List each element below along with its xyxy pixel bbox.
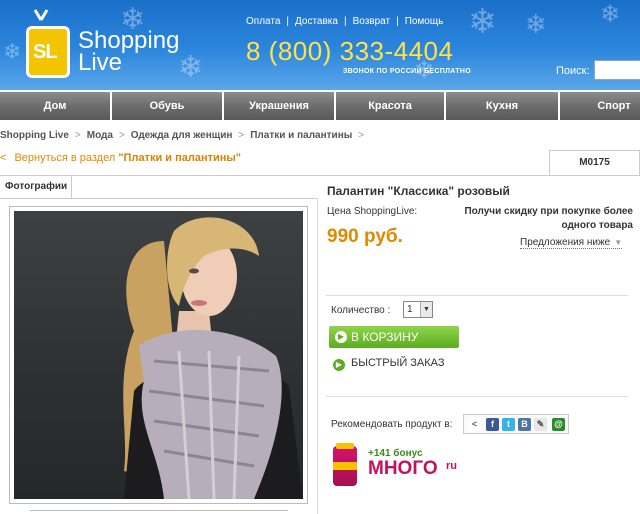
snowflake-icon: ❄ [600,0,621,28]
vkontakte-icon[interactable]: В [518,418,531,431]
phone-number: 8 (800) 333-4404 [246,36,454,66]
livejournal-icon[interactable]: ✎ [534,418,547,431]
logo-mark: SL [33,41,58,63]
share-buttons: < f t В ✎ @ [463,414,569,434]
breadcrumb-item[interactable]: Shopping Live [0,130,69,141]
snowflake-icon: ❄ [525,10,547,40]
quantity-label: Количество : [331,305,391,316]
logo-tv-icon: SL [26,26,70,78]
nav-item-jewelry[interactable]: Украшения [224,92,334,120]
snowflake-icon: ❄ [178,50,204,85]
quantity-select[interactable]: 1 ▼ [403,301,433,318]
quantity-value: 1 [407,304,413,315]
add-to-cart-button[interactable]: ▶ В КОРЗИНУ [329,326,459,348]
tab-photos[interactable]: Фотографии [0,175,72,199]
nav-item-beauty[interactable]: Красота [336,92,444,120]
snowflake-icon: ❄ [3,40,22,65]
breadcrumb-item[interactable]: Одежда для женщин [131,130,233,141]
nav-item-home[interactable]: Дом [0,92,110,120]
back-link-prefix: Вернуться в раздел [14,152,119,164]
top-link-return[interactable]: Возврат [353,16,391,27]
share-icon[interactable]: < [468,418,481,431]
bonus-brand[interactable]: МНОГО [368,458,438,480]
top-link-help[interactable]: Помощь [405,16,444,27]
quick-order-label: БЫСТРЫЙ ЗАКАЗ [351,357,445,369]
snowflake-icon: ❄ [468,2,497,42]
product-photo[interactable] [9,206,308,504]
main-nav: Дом Обувь Украшения Красота Кухня Спорт [0,92,640,120]
logo-text: Shopping Live [78,27,180,76]
back-link-section: "Платки и палантины" [118,152,241,164]
breadcrumb-item[interactable]: Платки и палантины [250,130,352,141]
nav-item-kitchen[interactable]: Кухня [446,92,558,120]
search-label: Поиск: [556,65,590,77]
nav-item-shoes[interactable]: Обувь [112,92,222,120]
recommend-label: Рекомендовать продукт в: [331,419,453,430]
play-arrow-icon: ▶ [333,359,345,371]
divider [72,175,640,176]
nav-item-sport[interactable]: Спорт [560,92,640,120]
offers-below-link[interactable]: Предложения ниже ▼ [520,237,623,249]
product-image [14,211,303,499]
breadcrumb: Shopping Live > Мода > Одежда для женщин > Пла… [0,130,365,141]
back-to-section-link[interactable]: < Вернуться в раздел "Платки и палантины" [0,152,241,164]
breadcrumb-item[interactable]: Мода [87,130,113,141]
chevron-down-icon: ▼ [420,302,432,317]
bonus-jar-icon [333,443,357,486]
bonus-brand-suffix: ru [446,460,457,472]
facebook-icon[interactable]: f [486,418,499,431]
price-label: Цена ShoppingLive: [327,206,418,217]
top-link-payment[interactable]: Оплата [246,16,280,27]
site-header: ❄ ❄ ❄ ❄ ❄ ❄ ❄ SL Shopping Live Оплата | До… [0,0,640,90]
divider [326,396,628,397]
twitter-icon[interactable]: t [502,418,515,431]
divider [30,510,288,511]
quick-order-button[interactable]: ▶ БЫСТРЫЙ ЗАКАЗ [333,357,445,371]
caret-down-icon: ▼ [614,238,623,247]
product-code-tab: M0175 [549,150,640,176]
top-links: Оплата | Доставка | Возврат | Помощь [246,16,444,27]
play-arrow-icon: ▶ [335,331,347,343]
search-input[interactable] [594,60,640,80]
divider [326,295,628,296]
odnoklassniki-icon[interactable]: @ [552,418,565,431]
offers-label: Предложения ниже [520,237,611,248]
product-price: 990 руб. [327,226,403,247]
product-title: Палантин "Классика" розовый [327,184,510,198]
discount-note: Получи скидку при покупке более одного т… [464,206,633,231]
model-illustration [123,217,303,499]
top-link-delivery[interactable]: Доставка [295,16,338,27]
add-to-cart-label: В КОРЗИНУ [351,330,419,344]
phone-note: ЗВОНОК ПО РОССИИ БЕСПЛАТНО [343,68,471,75]
chevron-left-icon: < [0,152,7,164]
